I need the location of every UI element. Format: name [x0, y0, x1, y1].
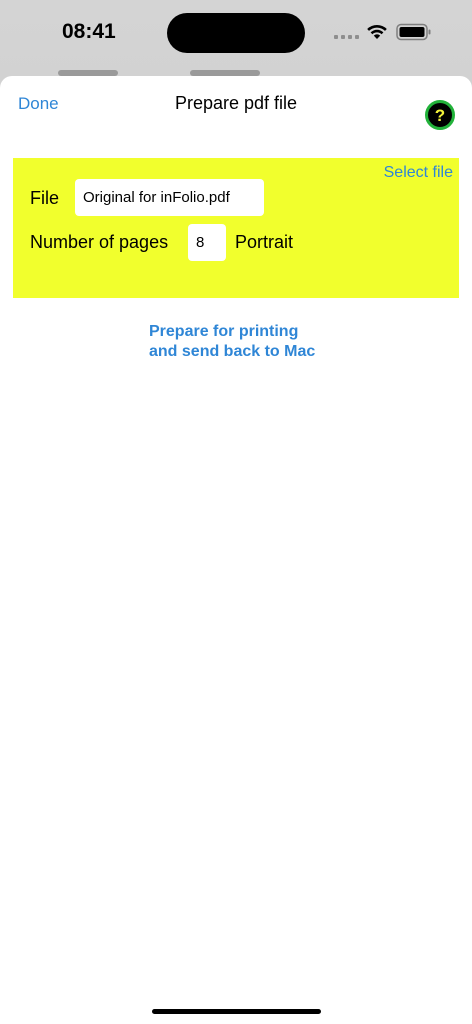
cellular-signal-icon [334, 35, 359, 39]
file-name-value: Original for inFolio.pdf [83, 189, 230, 206]
number-of-pages-field[interactable]: 8 [188, 224, 226, 261]
prepare-pdf-sheet: Done Prepare pdf file ? Select file File… [0, 76, 472, 1024]
status-time: 08:41 [62, 20, 116, 43]
page-title: Prepare pdf file [174, 93, 298, 113]
file-label: File [30, 188, 60, 208]
number-of-pages-value: 8 [196, 234, 205, 251]
wifi-icon [367, 24, 387, 39]
select-file-button[interactable]: Select file [384, 164, 453, 182]
battery-icon [396, 23, 431, 41]
dynamic-island [167, 13, 305, 53]
number-of-pages-label: Number of pages [30, 232, 169, 252]
prepare-and-send-line-2: and send back to Mac [149, 343, 316, 360]
file-name-field[interactable]: Original for inFolio.pdf [75, 179, 264, 216]
file-settings-panel: Select file File Original for inFolio.pd… [13, 158, 459, 298]
question-mark-icon: ? [434, 105, 446, 125]
prepare-and-send-line-1: Prepare for printing [149, 323, 299, 340]
orientation-label: Portrait [235, 232, 294, 252]
help-button[interactable]: ? [425, 100, 455, 130]
home-indicator[interactable] [152, 1009, 321, 1014]
status-bar: 08:41 [0, 0, 472, 64]
screen: 08:41 Done Prepare pdf file ? Select fil… [0, 0, 472, 1024]
prepare-and-send-button[interactable]: Prepare for printing and send back to Ma… [149, 322, 315, 362]
